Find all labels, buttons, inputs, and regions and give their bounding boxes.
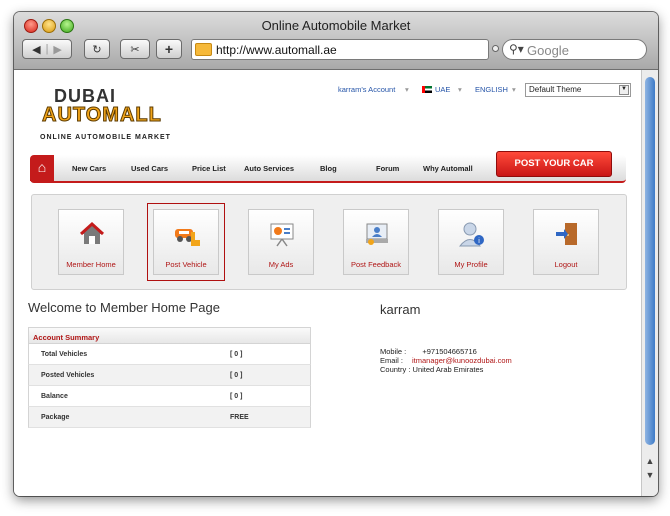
row-label: Package — [41, 414, 70, 421]
row-label: Balance — [41, 393, 68, 400]
page-content: DUBAI AUTOMALL ONLINE AUTOMOBILE MARKET … — [14, 70, 641, 496]
title-bar: Online Automobile Market ◀ | ▶ ↻ ✂ + htt… — [14, 12, 658, 70]
nav-new-cars[interactable]: New Cars — [72, 164, 106, 173]
reload-icon: ↻ — [92, 43, 102, 56]
separator-2: ▾ — [458, 85, 462, 94]
separator-1: ▾ — [405, 85, 409, 94]
browser-window: Online Automobile Market ◀ | ▶ ↻ ✂ + htt… — [14, 12, 658, 496]
row-label: Total Vehicles — [41, 351, 88, 358]
plus-icon: + — [164, 41, 174, 57]
back-icon[interactable]: ◀ — [32, 43, 40, 56]
table-row: Total Vehicles [ 0 ] — [28, 344, 311, 365]
chevron-down-icon: ▼ — [619, 85, 629, 95]
logout-label: Logout — [554, 260, 578, 269]
country-value: United Arab Emirates — [412, 365, 484, 374]
row-label: Posted Vehicles — [41, 372, 95, 379]
add-bookmark-button[interactable]: + — [156, 39, 182, 59]
forward-icon[interactable]: ▶ — [53, 43, 61, 56]
snippet-button[interactable]: ✂ — [120, 39, 150, 59]
account-link[interactable]: karram's Account — [338, 85, 395, 94]
rss-indicator-icon[interactable] — [492, 45, 499, 52]
country-link[interactable]: UAE — [435, 85, 450, 94]
email-label: Email : — [380, 356, 403, 365]
search-placeholder: Google — [527, 43, 569, 58]
my-profile-tile[interactable]: i My Profile — [438, 209, 504, 275]
row-value: FREE — [230, 414, 249, 421]
username-heading: karram — [380, 302, 421, 317]
row-value: [ 0 ] — [230, 393, 243, 400]
email-value[interactable]: itmanager@kunoozdubai.com — [412, 356, 512, 365]
house-icon: ⌂ — [37, 159, 47, 175]
nav-used-cars[interactable]: Used Cars — [131, 164, 168, 173]
member-menu: Member Home Post Vehicle My Ads Post Fee… — [31, 194, 627, 290]
profile-icon: i — [458, 222, 484, 247]
my-profile-label: My Profile — [454, 260, 488, 269]
logout-tile[interactable]: Logout — [533, 209, 599, 275]
email-line: Email : itmanager@kunoozdubai.com — [380, 356, 512, 365]
row-value: [ 0 ] — [230, 351, 243, 358]
post-vehicle-tile[interactable]: Post Vehicle — [147, 203, 225, 281]
nav-why-automall[interactable]: Why Automall — [423, 164, 473, 173]
feedback-icon — [366, 223, 388, 245]
search-icon: ⚲▾ — [509, 42, 524, 56]
mobile-line: Mobile : +971504665716 — [380, 347, 477, 356]
logo-main-text: AUTOMALL — [42, 104, 162, 127]
scroll-down-icon[interactable]: ▼ — [644, 470, 656, 482]
house-icon — [79, 221, 105, 244]
address-text[interactable]: http://www.automall.ae — [216, 43, 337, 57]
row-value: [ 0 ] — [230, 372, 243, 379]
mobile-value: +971504665716 — [422, 347, 477, 356]
post-vehicle-icon — [175, 229, 200, 246]
country-label: Country : — [380, 365, 411, 374]
scroll-thumb[interactable] — [645, 77, 655, 445]
scroll-up-icon[interactable]: ▲ — [644, 456, 656, 468]
account-summary-table: Account Summary Total Vehicles [ 0 ] Pos… — [28, 327, 311, 428]
separator-3: ▾ — [512, 85, 516, 94]
search-field[interactable]: ⚲▾ Google — [502, 39, 647, 60]
address-bar[interactable]: http://www.automall.ae — [191, 39, 489, 60]
post-vehicle-label: Post Vehicle — [165, 260, 207, 269]
my-ads-label: My Ads — [268, 260, 294, 269]
language-link[interactable]: ENGLISH — [475, 85, 508, 94]
home-nav-button[interactable]: ⌂ — [30, 155, 54, 181]
member-home-tile[interactable]: Member Home — [58, 209, 124, 275]
post-feedback-tile[interactable]: Post Feedback — [343, 209, 409, 275]
table-row: Balance [ 0 ] — [28, 386, 311, 407]
account-summary-title: Account Summary — [28, 327, 311, 344]
window-title: Online Automobile Market — [261, 18, 411, 33]
member-home-label: Member Home — [66, 260, 116, 269]
nav-price-list[interactable]: Price List — [192, 164, 226, 173]
mobile-label: Mobile : — [380, 347, 407, 356]
my-ads-tile[interactable]: My Ads — [248, 209, 314, 275]
table-row: Package FREE — [28, 407, 311, 428]
door-icon — [556, 223, 577, 245]
scissors-icon: ✂ — [130, 43, 140, 56]
table-row: Posted Vehicles [ 0 ] — [28, 365, 311, 386]
page-title: Welcome to Member Home Page — [28, 300, 220, 315]
post-your-car-button[interactable]: POST YOUR CAR — [496, 151, 612, 177]
logo-tagline: ONLINE AUTOMOBILE MARKET — [40, 134, 171, 141]
nav-blog[interactable]: Blog — [320, 164, 337, 173]
site-folder-icon — [195, 43, 212, 56]
presentation-icon — [270, 223, 294, 247]
post-feedback-label: Post Feedback — [350, 260, 402, 269]
nav-forum[interactable]: Forum — [376, 164, 399, 173]
site-logo[interactable]: DUBAI AUTOMALL ONLINE AUTOMOBILE MARKET — [40, 86, 180, 146]
theme-select[interactable]: Default Theme ▼ — [525, 83, 631, 97]
theme-select-value: Default Theme — [529, 85, 582, 94]
reload-button[interactable]: ↻ — [84, 39, 110, 59]
vertical-scrollbar[interactable]: ▲ ▼ — [641, 70, 658, 496]
uae-flag-icon — [422, 86, 432, 93]
country-line: Country : United Arab Emirates — [380, 365, 483, 374]
back-forward-buttons[interactable]: ◀ | ▶ — [22, 39, 72, 59]
nav-auto-services[interactable]: Auto Services — [244, 164, 294, 173]
